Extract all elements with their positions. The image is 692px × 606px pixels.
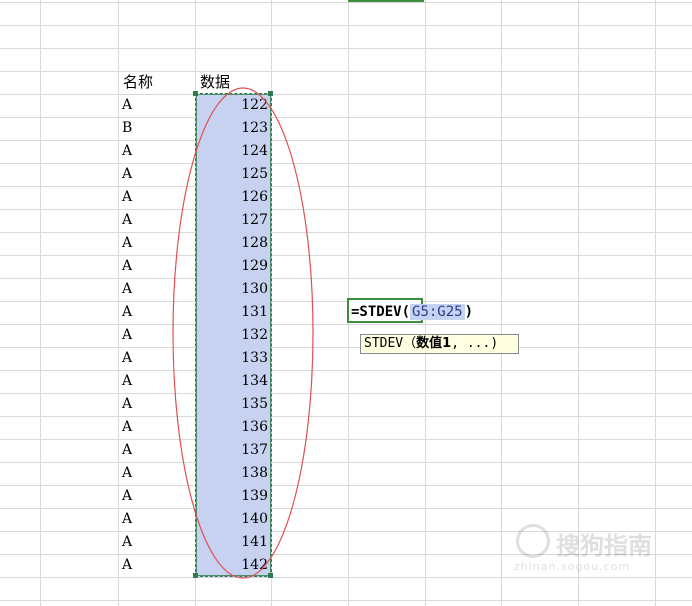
tooltip-current-arg: 数值1 bbox=[416, 336, 452, 351]
name-cell[interactable]: A bbox=[122, 416, 132, 439]
name-cell[interactable]: A bbox=[122, 554, 132, 577]
name-cell[interactable]: A bbox=[122, 94, 132, 117]
name-cell[interactable]: A bbox=[122, 439, 132, 462]
value-cell[interactable]: 125 bbox=[197, 163, 268, 186]
formula-suffix: ) bbox=[464, 304, 474, 320]
value-cell[interactable]: 122 bbox=[197, 94, 268, 117]
value-cell[interactable]: 135 bbox=[197, 393, 268, 416]
name-cell[interactable]: A bbox=[122, 393, 132, 416]
tooltip-function-name: STDEV bbox=[364, 336, 404, 351]
value-cell[interactable]: 131 bbox=[197, 301, 268, 324]
name-cell[interactable]: A bbox=[122, 186, 132, 209]
value-cell[interactable]: 130 bbox=[197, 278, 268, 301]
value-cell[interactable]: 142 bbox=[197, 554, 268, 577]
value-cell[interactable]: 139 bbox=[197, 485, 268, 508]
value-cell[interactable]: 123 bbox=[197, 117, 268, 140]
value-cell[interactable]: 136 bbox=[197, 416, 268, 439]
selection-handle-bottom-right[interactable] bbox=[268, 573, 273, 578]
header-data-cell[interactable]: 数据 bbox=[200, 71, 230, 94]
value-cell[interactable]: 133 bbox=[197, 347, 268, 370]
value-cell[interactable]: 127 bbox=[197, 209, 268, 232]
name-cell[interactable]: A bbox=[122, 163, 132, 186]
value-cell[interactable]: 126 bbox=[197, 186, 268, 209]
spreadsheet-grid bbox=[0, 0, 692, 606]
tooltip-open-paren: （ bbox=[403, 336, 417, 351]
name-cell[interactable]: A bbox=[122, 531, 132, 554]
value-cell[interactable]: 129 bbox=[197, 255, 268, 278]
name-cell[interactable]: A bbox=[122, 485, 132, 508]
name-cell[interactable]: A bbox=[122, 347, 132, 370]
name-cell[interactable]: A bbox=[122, 209, 132, 232]
name-cell[interactable]: A bbox=[122, 140, 132, 163]
value-cell[interactable]: 128 bbox=[197, 232, 268, 255]
header-name-cell[interactable]: 名称 bbox=[123, 71, 153, 94]
name-cell[interactable]: A bbox=[122, 255, 132, 278]
name-cell[interactable]: A bbox=[122, 370, 132, 393]
formula-input[interactable]: =STDEV(G5:G25) bbox=[351, 301, 473, 324]
selection-handle-bottom-left[interactable] bbox=[193, 573, 198, 578]
selection-handle-top-right[interactable] bbox=[268, 91, 273, 96]
selection-handle-top-left[interactable] bbox=[193, 91, 198, 96]
value-cell[interactable]: 124 bbox=[197, 140, 268, 163]
name-cell[interactable]: A bbox=[122, 278, 132, 301]
name-cell[interactable]: A bbox=[122, 508, 132, 531]
value-cell[interactable]: 137 bbox=[197, 439, 268, 462]
name-cell[interactable]: A bbox=[122, 301, 132, 324]
name-cell[interactable]: A bbox=[122, 462, 132, 485]
value-cell[interactable]: 141 bbox=[197, 531, 268, 554]
formula-range-ref: G5:G25 bbox=[410, 304, 465, 320]
name-cell[interactable]: B bbox=[122, 117, 132, 140]
function-tooltip[interactable]: STDEV（数值1, ...) bbox=[360, 334, 519, 354]
active-column-indicator bbox=[348, 0, 424, 2]
value-cell[interactable]: 140 bbox=[197, 508, 268, 531]
name-cell[interactable]: A bbox=[122, 324, 132, 347]
value-cell[interactable]: 134 bbox=[197, 370, 268, 393]
name-cell[interactable]: A bbox=[122, 232, 132, 255]
value-cell[interactable]: 138 bbox=[197, 462, 268, 485]
tooltip-rest-args: , ...) bbox=[451, 336, 499, 351]
formula-prefix: =STDEV( bbox=[351, 304, 411, 320]
value-cell[interactable]: 132 bbox=[197, 324, 268, 347]
